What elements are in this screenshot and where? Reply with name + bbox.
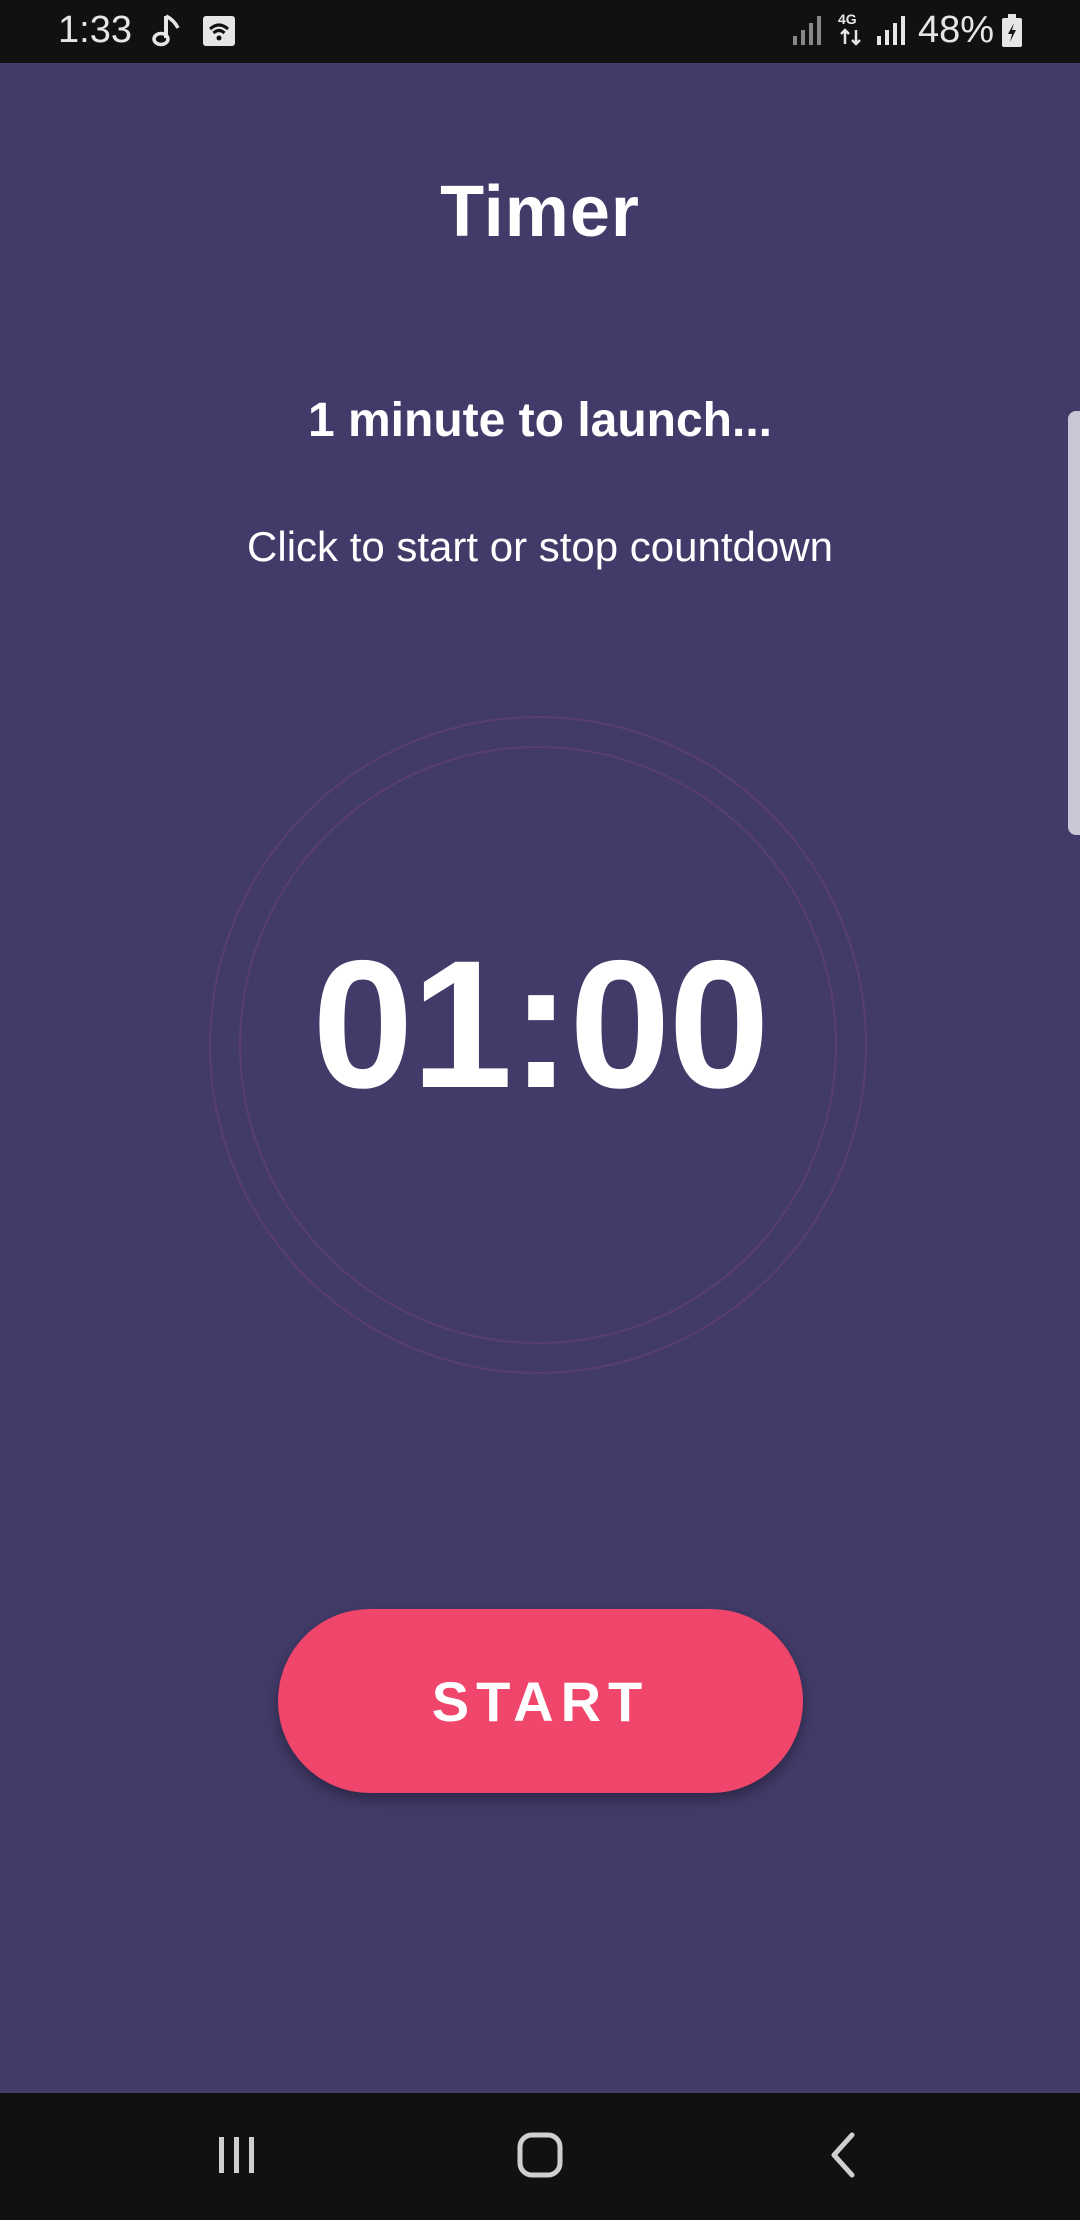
start-button[interactable]: START (278, 1609, 803, 1793)
subtitle: 1 minute to launch... (307, 394, 773, 447)
status-bar: 1:33 4G 48% (0, 0, 1080, 63)
back-icon[interactable] (826, 2131, 860, 2184)
status-time: 1:33 (58, 9, 132, 51)
battery-percentage: 48% (918, 9, 995, 51)
battery-charging-icon (1001, 14, 1023, 53)
timer-screen: Timer 1 minute to launch... Click to sta… (0, 63, 1080, 2093)
4g-data-icon: 4G (836, 10, 866, 53)
wifi-box-icon (203, 16, 235, 51)
recents-icon[interactable] (215, 2133, 259, 2182)
instruction-text: Click to start or stop countdown (247, 523, 833, 570)
signal-icon (876, 14, 906, 51)
navigation-bar (0, 2093, 1080, 2220)
edge-panel-handle[interactable] (1068, 411, 1080, 835)
page-title: Timer (440, 172, 640, 252)
home-icon[interactable] (517, 2131, 563, 2184)
svg-text:4G: 4G (838, 11, 857, 27)
music-note-icon (152, 12, 182, 53)
countdown-display: 01:00 (312, 922, 770, 1126)
signal-icon (792, 14, 822, 51)
